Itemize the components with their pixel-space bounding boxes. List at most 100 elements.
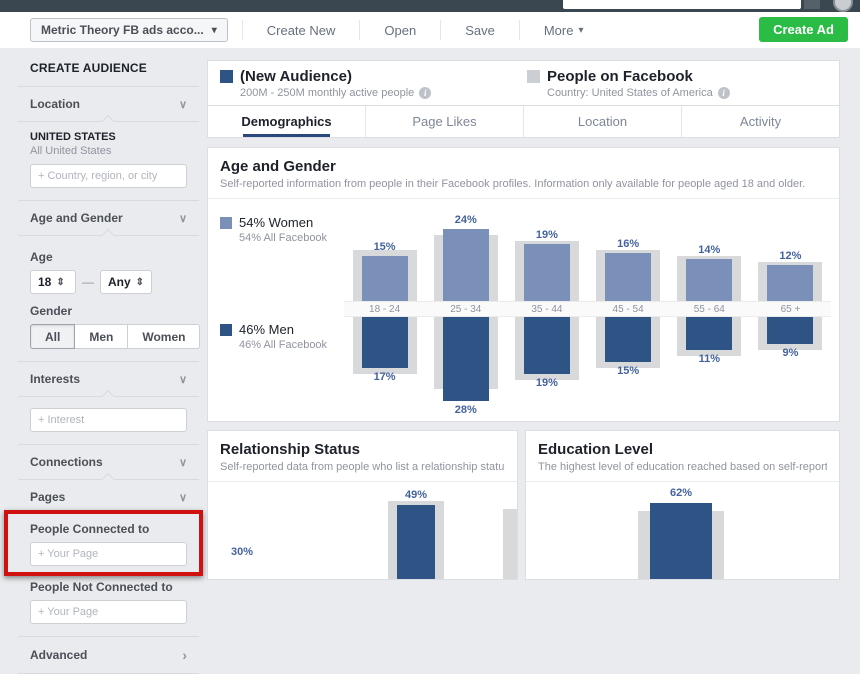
interests-body	[18, 397, 199, 444]
age-gender-panel-header: Age and Gender Self-reported information…	[208, 148, 839, 199]
men-bar[interactable]	[361, 317, 408, 368]
men-bar-value: 19%	[535, 377, 558, 389]
age-group: 15% 18 - 24 17%	[344, 209, 426, 417]
create-ad-button[interactable]: Create Ad	[759, 17, 848, 42]
age-band-label: 35 - 44	[506, 301, 588, 317]
sidebar-section-age-gender[interactable]: Age and Gender ∨	[18, 200, 199, 244]
panel-title: Relationship Status	[220, 441, 361, 458]
age-range-dash: —	[82, 275, 94, 289]
gender-women-button[interactable]: Women	[128, 324, 201, 349]
info-icon[interactable]: i	[717, 87, 730, 99]
chevron-down-icon: ∨	[178, 212, 187, 225]
age-group: 12% 65 + 9%	[749, 209, 832, 417]
age-gender-body: Age 18 ⇕ — Any ⇕ Gender All Men Women	[18, 236, 201, 361]
sidebar-section-location[interactable]: Location ∨	[18, 87, 199, 130]
people-connected-label: People Connected to	[30, 522, 150, 536]
divider	[359, 20, 361, 40]
global-header	[0, 0, 860, 12]
sidebar-section-advanced[interactable]: Advanced ›	[18, 636, 199, 674]
panel-subtitle: Self-reported data from people who list …	[220, 461, 505, 473]
region-name: UNITED STATES	[30, 131, 116, 143]
men-bar[interactable]	[767, 317, 814, 344]
search-icon[interactable]	[804, 0, 820, 9]
tab-demographics[interactable]: Demographics	[208, 106, 366, 137]
men-bar-value: 9%	[782, 347, 799, 359]
men-bar[interactable]	[686, 317, 733, 350]
men-bar[interactable]	[442, 317, 489, 401]
age-group: 19% 35 - 44 19%	[506, 209, 588, 417]
education-bar[interactable]	[650, 503, 712, 579]
chevron-down-icon: ▾	[211, 24, 217, 36]
benchmark-swatch	[527, 70, 540, 83]
interest-input[interactable]	[38, 414, 179, 426]
relationship-bar-value: 49%	[404, 489, 428, 501]
women-bar[interactable]	[767, 265, 814, 301]
location-input[interactable]	[38, 170, 179, 182]
location-input-wrap	[30, 164, 187, 188]
women-bar[interactable]	[605, 253, 652, 301]
toolbar: Metric Theory FB ads acco... ▾ Create Ne…	[0, 12, 860, 48]
men-bar-value: 17%	[373, 371, 396, 383]
people-connected-input[interactable]	[38, 548, 179, 560]
legend-women-swatch	[220, 217, 232, 229]
create-new-button[interactable]: Create New	[245, 23, 358, 38]
men-bar-value: 11%	[698, 353, 720, 365]
women-bar[interactable]	[442, 229, 489, 301]
chevron-down-icon: ▾	[578, 24, 584, 36]
create-audience-sidebar: CREATE AUDIENCE Location ∨ UNITED STATES…	[4, 48, 203, 674]
age-group: 24% 25 - 34 28%	[425, 209, 507, 417]
relationship-status-panel: Relationship Status Self-reported data f…	[207, 430, 518, 580]
age-max-select[interactable]: Any ⇕	[100, 270, 153, 294]
tab-location[interactable]: Location	[524, 106, 682, 137]
women-bar[interactable]	[523, 244, 570, 301]
benchmark-title: People on Facebook	[547, 68, 693, 85]
open-button[interactable]: Open	[362, 23, 438, 38]
men-bar[interactable]	[605, 317, 652, 362]
avatar[interactable]	[833, 0, 853, 12]
relationship-panel-header: Relationship Status Self-reported data f…	[208, 431, 517, 482]
sidebar-section-interests[interactable]: Interests ∨	[18, 361, 199, 405]
men-bar[interactable]	[523, 317, 570, 374]
legend-men-sub: 46% All Facebook	[239, 339, 328, 351]
new-audience-subtitle: 200M - 250M monthly active people	[240, 87, 415, 99]
women-bar-value: 16%	[617, 238, 640, 250]
chevron-down-icon: ∨	[178, 456, 187, 469]
benchmark-subtitle: Country: United States of America	[547, 87, 713, 99]
gender-men-button[interactable]: Men	[75, 324, 129, 349]
region-sub: All United States	[30, 145, 112, 157]
legend-women-sub: 54% All Facebook	[239, 232, 328, 244]
women-bar-value: 15%	[373, 241, 396, 253]
age-gender-chart: 15% 18 - 24 17% 24% 25 - 34 28% 19% 35 -…	[344, 209, 832, 417]
sidebar-title: CREATE AUDIENCE	[18, 48, 199, 87]
gender-all-button[interactable]: All	[30, 324, 76, 349]
save-button[interactable]: Save	[443, 23, 517, 38]
global-search-input[interactable]	[563, 0, 801, 9]
legend-women: 54% Women 54% All Facebook	[220, 215, 344, 244]
sidebar-section-connections[interactable]: Connections ∨	[18, 444, 199, 488]
people-not-connected-input[interactable]	[38, 606, 179, 618]
age-gender-chart-body: 54% Women 54% All Facebook 46% Men 46% A…	[208, 199, 839, 421]
age-min-select[interactable]: 18 ⇕	[30, 270, 76, 294]
tab-page-likes[interactable]: Page Likes	[366, 106, 524, 137]
new-audience-summary: (New Audience) 200M - 250M monthly activ…	[220, 68, 527, 105]
chevron-down-icon: ∨	[178, 491, 187, 504]
women-bar[interactable]	[686, 259, 733, 301]
account-dropdown[interactable]: Metric Theory FB ads acco... ▾	[30, 18, 228, 42]
age-band-label: 25 - 34	[425, 301, 507, 317]
women-bar-value: 14%	[698, 244, 721, 256]
legend-women-label: 54% Women	[239, 215, 314, 230]
chevron-right-icon: ›	[182, 647, 187, 663]
interest-input-wrap	[30, 408, 187, 432]
women-bar[interactable]	[361, 256, 408, 301]
relationship-partial-gray-bar[interactable]	[503, 509, 517, 579]
info-icon[interactable]: i	[419, 87, 432, 99]
divider	[518, 20, 520, 40]
age-band-label: 18 - 24	[344, 301, 426, 317]
education-panel-header: Education Level The highest level of edu…	[526, 431, 839, 482]
benchmark-summary: People on Facebook Country: United State…	[527, 68, 827, 105]
tab-activity[interactable]: Activity	[682, 106, 839, 137]
more-menu-button[interactable]: More ▾	[522, 23, 606, 38]
new-audience-title: (New Audience)	[240, 68, 352, 85]
women-bar-value: 19%	[535, 229, 558, 241]
panel-title: Age and Gender	[220, 158, 336, 175]
